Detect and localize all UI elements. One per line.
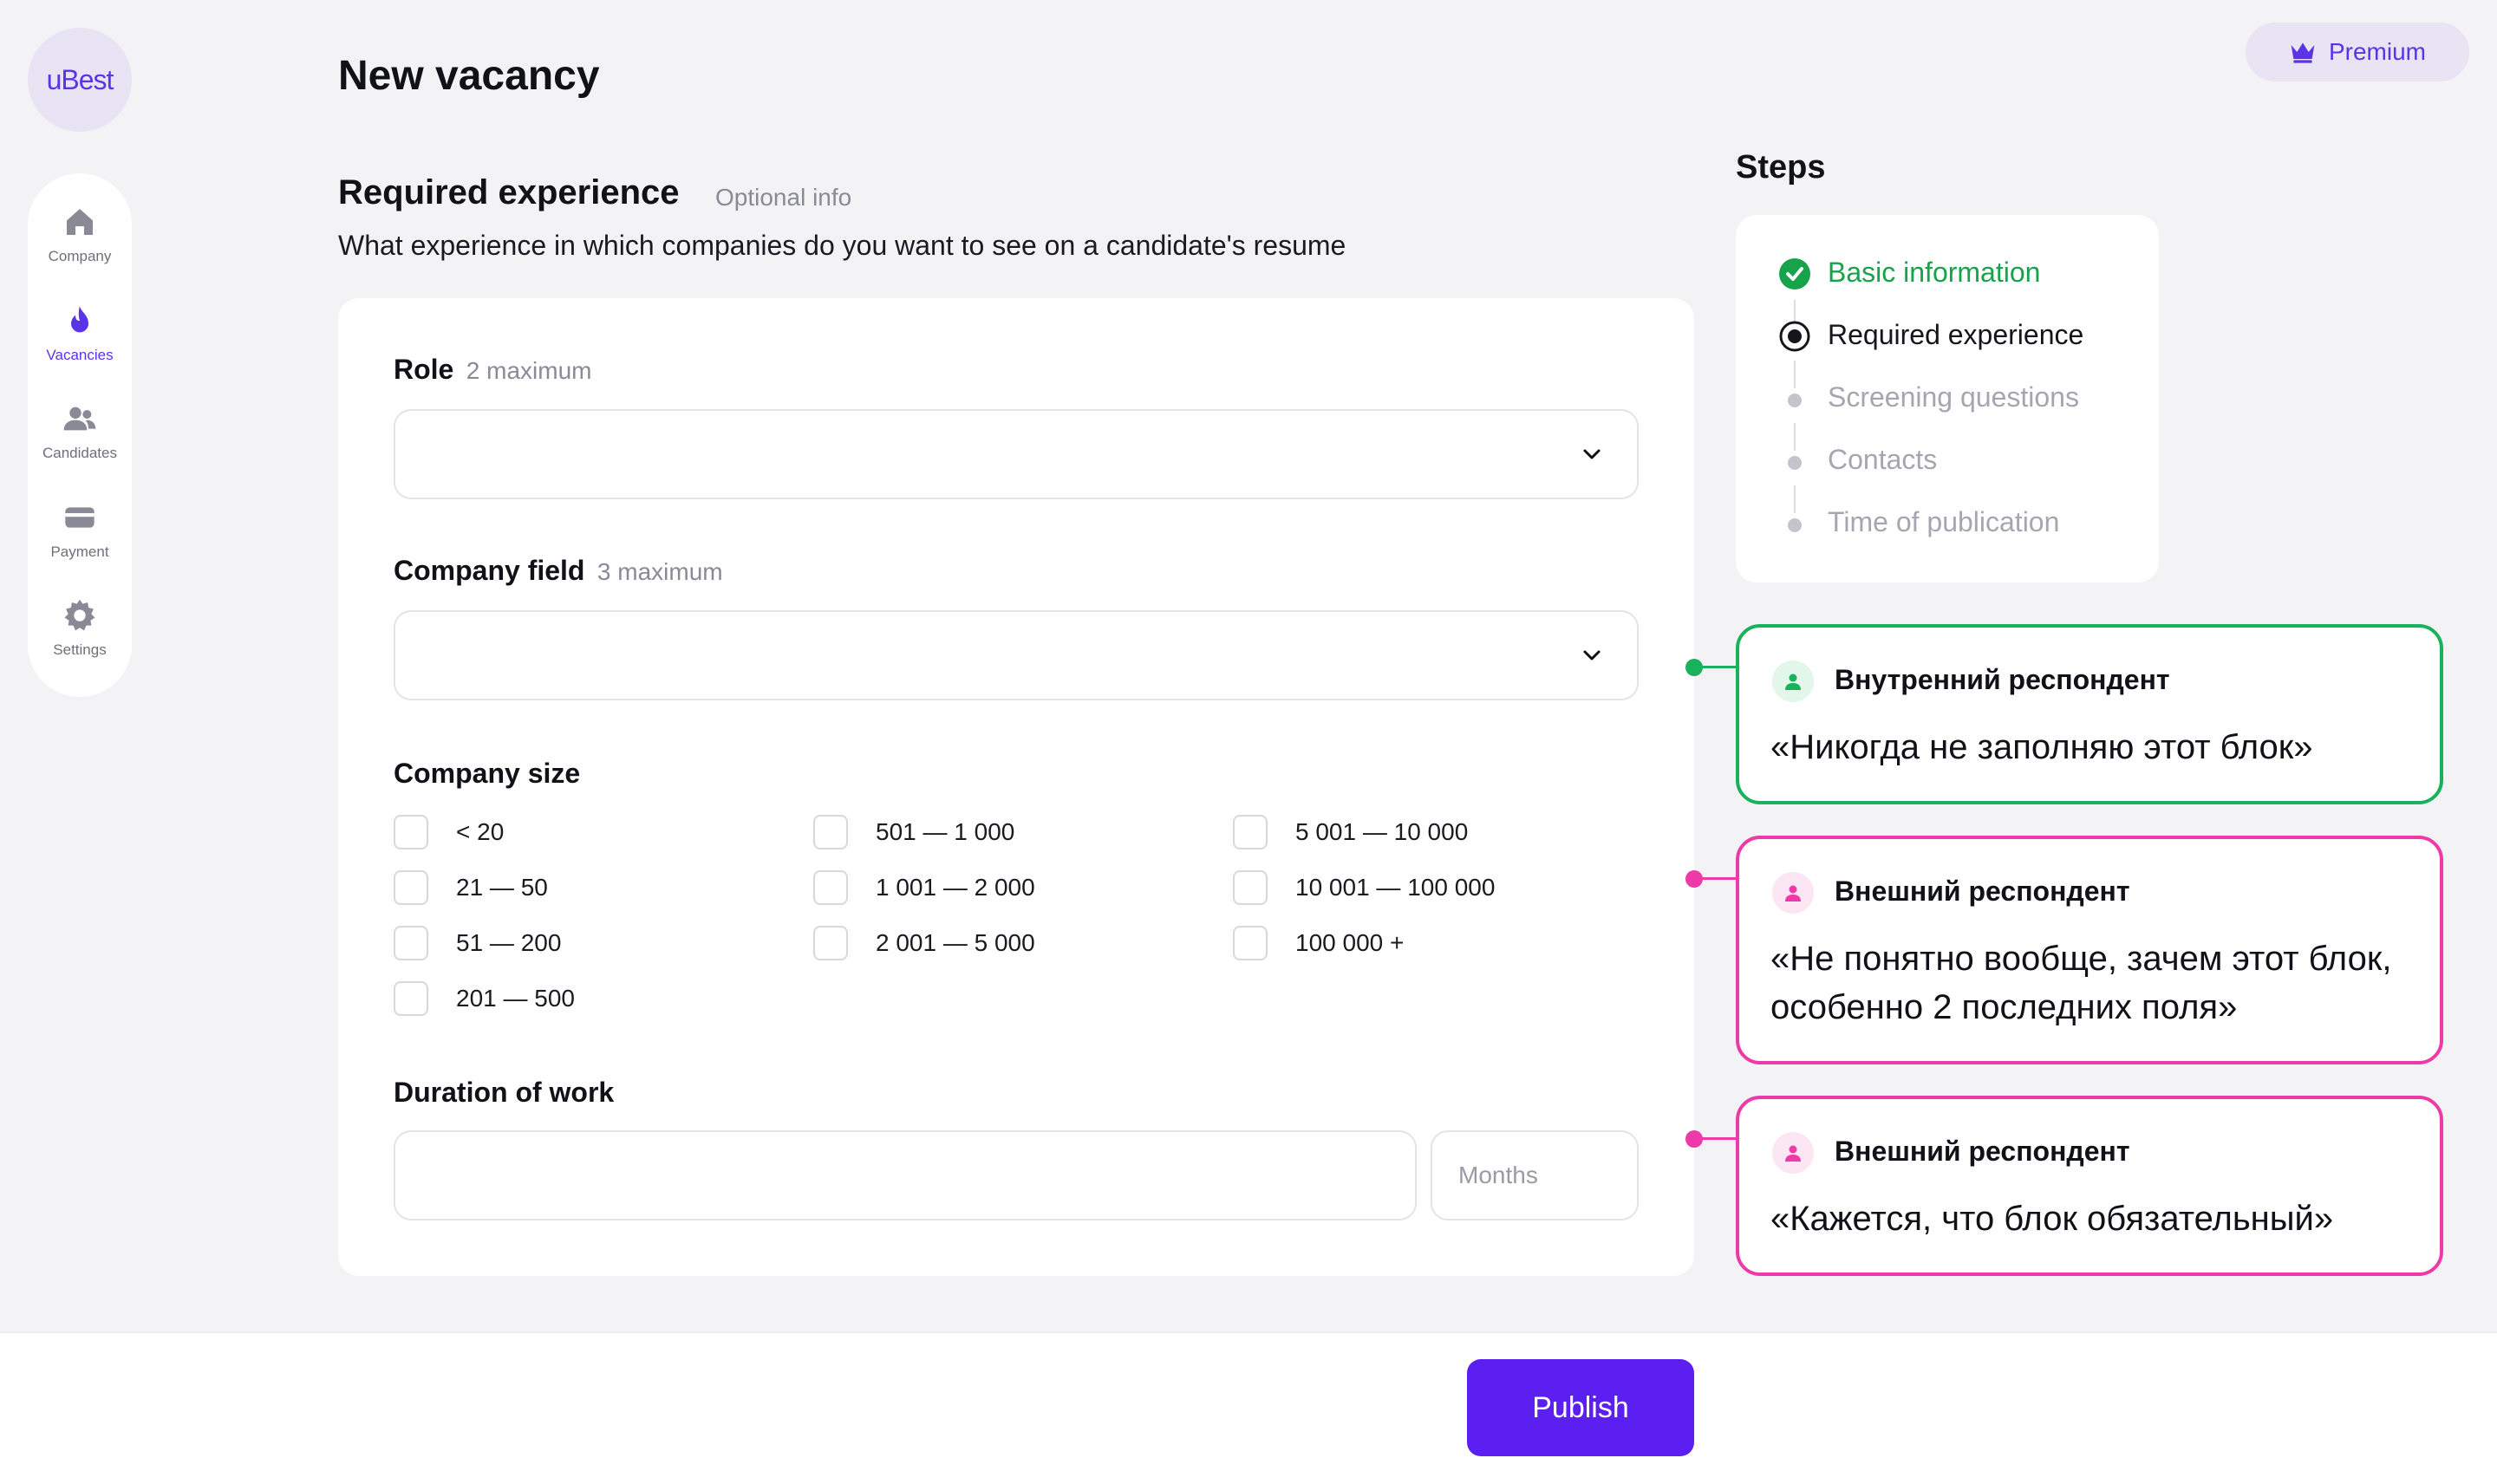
respondent-quote: «Не понятно вообще, зачем этот блок, осо… [1770, 940, 2392, 1026]
chevron-down-icon [1583, 650, 1601, 661]
user-icon [1772, 872, 1814, 914]
company-size-option[interactable]: 2 001 — 5 000 [813, 926, 1035, 960]
sidebar-item-label: Settings [53, 641, 107, 659]
role-label-text: Role [394, 354, 454, 385]
company-field-label-text: Company field [394, 555, 585, 586]
checkbox[interactable] [394, 815, 428, 849]
checkbox[interactable] [813, 926, 848, 960]
gear-icon [64, 600, 95, 631]
logo-text: uBest [46, 63, 114, 95]
checkbox-column-2: 501 — 1 000 1 001 — 2 000 2 001 — 5 000 [813, 815, 1035, 960]
company-size-option[interactable]: 10 001 — 100 000 [1233, 870, 1495, 905]
sidebar-item-candidates[interactable]: Candidates [28, 401, 132, 500]
respondent-name: Внутренний респондент [1835, 664, 2170, 695]
pending-step-dot [1788, 456, 1802, 470]
annotation-line [1699, 1137, 1736, 1140]
step-connector [1794, 361, 1796, 388]
checkbox[interactable] [1233, 815, 1268, 849]
users-icon [63, 407, 96, 431]
checkbox-column-1: < 20 21 — 50 51 — 200 201 — 500 [394, 815, 575, 1016]
check-circle-icon [1779, 258, 1810, 290]
checkbox[interactable] [394, 981, 428, 1016]
company-size-option[interactable]: 201 — 500 [394, 981, 575, 1016]
user-icon [1772, 1132, 1814, 1174]
company-field-select[interactable] [394, 610, 1639, 700]
respondent-name: Внешний респондент [1835, 1136, 2130, 1167]
step-required-experience[interactable]: Required experience [1828, 319, 2083, 351]
step-contacts[interactable]: Contacts [1828, 444, 1937, 476]
respondent-quote: «Кажется, что блок обязательный» [1770, 1200, 2334, 1238]
chevron-down-icon [1583, 449, 1601, 459]
sidebar-item-vacancies[interactable]: Vacancies [28, 303, 132, 402]
sidebar-item-label: Payment [50, 543, 109, 560]
company-size-option[interactable]: 21 — 50 [394, 870, 575, 905]
home-icon [67, 209, 93, 235]
role-hint: 2 maximum [466, 357, 592, 384]
company-size-option[interactable]: 1 001 — 2 000 [813, 870, 1035, 905]
company-size-option[interactable]: 5 001 — 10 000 [1233, 815, 1495, 849]
step-time-of-publication[interactable]: Time of publication [1828, 506, 2059, 538]
app-logo[interactable]: uBest [28, 28, 132, 132]
sidebar-item-label: Company [48, 248, 112, 264]
company-field-label: Company field 3 maximum [394, 555, 723, 587]
company-field-hint: 3 maximum [597, 558, 723, 585]
role-select[interactable] [394, 409, 1639, 499]
checkbox[interactable] [394, 926, 428, 960]
flame-icon [71, 305, 88, 332]
section-title: Required experience [338, 173, 680, 212]
user-icon [1772, 661, 1814, 702]
crown-icon [2291, 42, 2315, 63]
checkbox[interactable] [813, 815, 848, 849]
duration-label: Duration of work [394, 1077, 615, 1108]
checkbox[interactable] [1233, 926, 1268, 960]
company-size-label: Company size [394, 758, 581, 789]
feedback-card-external: Внешний респондент «Не понятно вообще, з… [1736, 836, 2443, 1064]
pending-step-dot [1788, 394, 1802, 407]
publish-button[interactable]: Publish [1467, 1359, 1694, 1456]
role-label: Role 2 maximum [394, 354, 592, 386]
company-size-option[interactable]: 501 — 1 000 [813, 815, 1035, 849]
premium-label: Premium [2328, 38, 2426, 65]
company-size-option[interactable]: 51 — 200 [394, 926, 575, 960]
experience-form-card: Role 2 maximum Company field 3 maximum C… [338, 298, 1694, 1276]
premium-button[interactable]: Premium [2246, 23, 2469, 81]
step-screening-questions[interactable]: Screening questions [1828, 381, 2079, 413]
pending-step-dot [1788, 518, 1802, 532]
sidebar-item-label: Candidates [42, 445, 117, 462]
footer-bar [0, 1331, 2497, 1484]
duration-unit-select[interactable] [1431, 1130, 1639, 1220]
checkbox-column-3: 5 001 — 10 000 10 001 — 100 000 100 000 … [1233, 815, 1495, 960]
checkbox[interactable] [813, 870, 848, 905]
sidebar: Company Vacancies Candidates Payment Set… [28, 173, 132, 697]
step-basic-information[interactable]: Basic information [1828, 257, 2040, 289]
respondent-quote: «Никогда не заполняю этот блок» [1770, 728, 2313, 766]
checkbox[interactable] [394, 870, 428, 905]
step-connector [1794, 423, 1796, 451]
respondent-name: Внешний респондент [1835, 875, 2130, 907]
page-title: New vacancy [338, 53, 600, 99]
annotation-line [1699, 666, 1736, 668]
annotation-line [1699, 877, 1736, 880]
current-step-icon [1779, 321, 1810, 352]
sidebar-item-company[interactable]: Company [28, 205, 132, 303]
checkbox[interactable] [1233, 870, 1268, 905]
step-connector [1794, 485, 1796, 513]
steps-title: Steps [1736, 149, 1826, 186]
company-size-option[interactable]: 100 000 + [1233, 926, 1495, 960]
sidebar-item-label: Vacancies [46, 346, 114, 363]
sidebar-item-payment[interactable]: Payment [28, 500, 132, 599]
company-size-option[interactable]: < 20 [394, 815, 575, 849]
section-description: What experience in which companies do yo… [338, 230, 1346, 261]
feedback-card-external: Внешний респондент «Кажется, что блок об… [1736, 1096, 2443, 1276]
feedback-card-internal: Внутренний респондент «Никогда не заполн… [1736, 624, 2443, 804]
optional-label: Optional info [715, 184, 852, 211]
card-icon [65, 507, 95, 528]
sidebar-item-settings[interactable]: Settings [28, 598, 132, 697]
steps-panel: Basic information Required experience Sc… [1736, 215, 2159, 583]
duration-input[interactable] [394, 1130, 1417, 1220]
